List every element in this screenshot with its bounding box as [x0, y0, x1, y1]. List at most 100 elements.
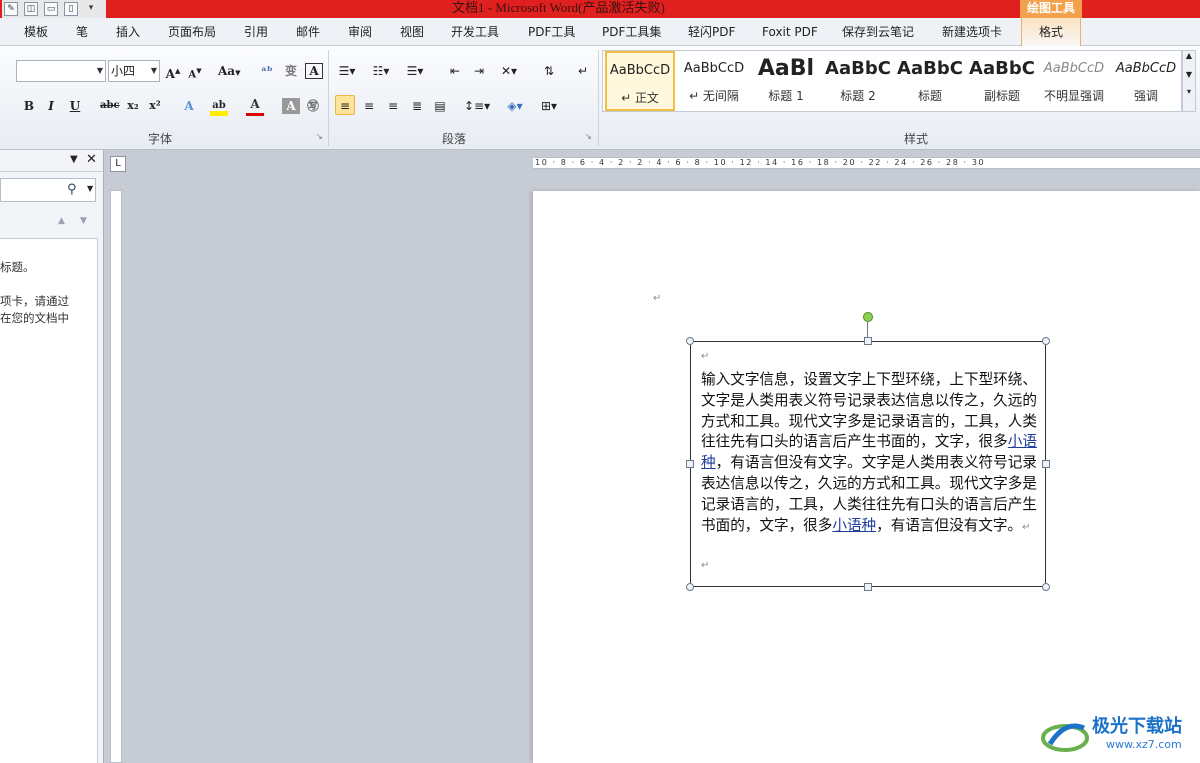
- vertical-ruler[interactable]: [110, 190, 122, 763]
- tab-template[interactable]: 模板: [24, 22, 48, 42]
- align-right-button[interactable]: ≡: [384, 96, 402, 116]
- superscript-button[interactable]: x²: [146, 96, 164, 116]
- styles-scroll[interactable]: ▲ ▼ ▾: [1182, 50, 1196, 112]
- rotate-handle[interactable]: [863, 312, 873, 322]
- shrink-font-button[interactable]: A▼: [186, 61, 204, 81]
- enclose-characters-icon[interactable]: ㊢: [304, 96, 322, 116]
- search-input[interactable]: ⚲ ▼: [0, 178, 96, 202]
- chevron-down-icon: ▼: [150, 66, 157, 75]
- resize-handle-top[interactable]: [864, 337, 872, 345]
- link-minority-language[interactable]: 小语种: [832, 517, 876, 534]
- font-size-combo[interactable]: 小四 ▼: [108, 60, 160, 82]
- grow-font-button[interactable]: A▲: [164, 61, 182, 81]
- text-box-content[interactable]: 输入文字信息，设置文字上下型环绕，上下型环绕、文字是人类用表义符号记录表达信息以…: [701, 370, 1037, 538]
- underline-button[interactable]: U: [66, 96, 84, 116]
- resize-handle-bottom-right[interactable]: [1042, 583, 1050, 591]
- tab-pdf-toolset[interactable]: PDF工具集: [602, 22, 661, 42]
- font-name-combo[interactable]: ▼: [16, 60, 106, 82]
- resize-handle-top-right[interactable]: [1042, 337, 1050, 345]
- tab-review[interactable]: 审阅: [348, 22, 372, 42]
- navpane-header: ▼ ✕: [0, 150, 103, 172]
- phonetic-guide-icon[interactable]: ᵃᵇ: [258, 61, 276, 81]
- tab-format[interactable]: 格式: [1021, 18, 1081, 46]
- line-spacing-icon[interactable]: ↕≡▾: [464, 96, 490, 116]
- chevron-down-icon[interactable]: ▼: [1183, 70, 1195, 79]
- borders-icon[interactable]: ⊞▾: [540, 96, 558, 116]
- italic-button[interactable]: I: [42, 96, 60, 116]
- pane-menu-icon[interactable]: ▼: [70, 154, 78, 165]
- customize-dropdown-icon[interactable]: ▾: [84, 2, 98, 16]
- style-normal[interactable]: AaBbCcD ↵ 正文: [605, 51, 675, 111]
- font-color-icon[interactable]: A: [246, 96, 264, 116]
- numbering-icon[interactable]: ☷▾: [372, 61, 390, 81]
- strikethrough-button[interactable]: abc: [100, 96, 120, 116]
- resize-handle-bottom-left[interactable]: [686, 583, 694, 591]
- resize-handle-top-left[interactable]: [686, 337, 694, 345]
- increase-indent-icon[interactable]: ⇥: [470, 61, 488, 81]
- decrease-indent-icon[interactable]: ⇤: [446, 61, 464, 81]
- distributed-button[interactable]: ▤: [431, 96, 449, 116]
- title-bar: ✎ ◫ ▭ ▯ ▾ 文档1 - Microsoft Word(产品激活失败) 绘…: [0, 0, 1200, 18]
- tab-selector[interactable]: L: [110, 156, 126, 172]
- tab-developer[interactable]: 开发工具: [451, 22, 499, 42]
- chevron-up-icon[interactable]: ▲: [58, 216, 65, 226]
- clear-format-icon[interactable]: 变: [282, 61, 300, 81]
- tab-save-to-cloud-notes[interactable]: 保存到云笔记: [842, 22, 914, 42]
- copy-icon[interactable]: ▭: [44, 2, 58, 16]
- chinese-layout-icon[interactable]: ✕▾: [500, 61, 518, 81]
- tab-pdf-tools[interactable]: PDF工具: [528, 22, 575, 42]
- tab-new-tab[interactable]: 新建选项卡: [942, 22, 1002, 42]
- tab-mailings[interactable]: 邮件: [296, 22, 320, 42]
- watermark-title: 极光下载站: [1092, 716, 1182, 737]
- search-icon[interactable]: ⚲: [67, 182, 77, 197]
- resize-handle-right[interactable]: [1042, 460, 1050, 468]
- font-dialog-launcher-icon[interactable]: ↘: [316, 132, 323, 141]
- style-emphasis[interactable]: AaBbCcD 强调: [1111, 51, 1181, 111]
- chevron-down-icon[interactable]: ▼: [87, 184, 93, 193]
- justify-button[interactable]: ≣: [408, 96, 426, 116]
- multilevel-list-icon[interactable]: ☰▾: [406, 61, 424, 81]
- close-icon[interactable]: ✕: [86, 152, 97, 167]
- text-effect-icon[interactable]: A: [180, 96, 198, 116]
- character-border-icon[interactable]: A: [305, 63, 323, 79]
- highlight-icon[interactable]: ab: [210, 96, 228, 116]
- style-subtle-emphasis[interactable]: AaBbCcD 不明显强调: [1039, 51, 1109, 111]
- style-subtitle[interactable]: AaBbC 副标题: [967, 51, 1037, 111]
- resize-handle-left[interactable]: [686, 460, 694, 468]
- align-left-button[interactable]: ≡: [335, 95, 355, 115]
- tab-foxit-pdf[interactable]: Foxit PDF: [762, 22, 818, 42]
- subscript-button[interactable]: x₂: [124, 96, 142, 116]
- tab-insert[interactable]: 插入: [116, 22, 140, 42]
- horizontal-ruler[interactable]: 10 · 8 · 6 · 4 · 2 · 2 · 4 · 6 · 8 · 10 …: [533, 157, 1200, 169]
- character-shading-icon[interactable]: A: [282, 98, 300, 114]
- navpane-text: 标题。: [0, 260, 35, 274]
- window-title: 文档1 - Microsoft Word(产品激活失败): [452, 0, 665, 15]
- chevron-up-icon[interactable]: ▲: [1183, 51, 1195, 60]
- style-no-spacing[interactable]: AaBbCcD ↵ 无间隔: [679, 51, 749, 111]
- tab-pen[interactable]: 笔: [76, 22, 88, 42]
- styles-group-label: 样式: [904, 132, 929, 146]
- sort-icon[interactable]: ⇅: [540, 61, 558, 81]
- bullets-icon[interactable]: ☰▾: [338, 61, 356, 81]
- align-center-button[interactable]: ≡: [360, 96, 378, 116]
- open-icon[interactable]: ▯: [64, 2, 78, 16]
- tab-page-layout[interactable]: 页面布局: [168, 22, 216, 42]
- save-icon[interactable]: ✎: [4, 2, 18, 16]
- print-preview-icon[interactable]: ◫: [24, 2, 38, 16]
- chevron-down-icon[interactable]: ▼: [80, 216, 87, 226]
- tab-view[interactable]: 视图: [400, 22, 424, 42]
- paragraph-dialog-launcher-icon[interactable]: ↘: [585, 132, 592, 141]
- change-case-button[interactable]: Aa▼: [218, 61, 240, 81]
- tab-references[interactable]: 引用: [244, 22, 268, 42]
- resize-handle-bottom[interactable]: [864, 583, 872, 591]
- tab-qingshan-pdf[interactable]: 轻闪PDF: [688, 22, 735, 42]
- more-styles-icon[interactable]: ▾: [1183, 87, 1195, 96]
- style-heading-2[interactable]: AaBbC 标题 2: [823, 51, 893, 111]
- show-marks-icon[interactable]: ↵: [574, 61, 592, 81]
- bold-button[interactable]: B: [20, 96, 38, 116]
- style-title[interactable]: AaBbC 标题: [895, 51, 965, 111]
- shading-icon[interactable]: ◈▾: [506, 96, 524, 116]
- style-heading-1[interactable]: AaBl 标题 1: [751, 51, 821, 111]
- text-box[interactable]: ↵ 输入文字信息，设置文字上下型环绕，上下型环绕、文字是人类用表义符号记录表达信…: [690, 341, 1046, 587]
- paragraph-mark: ↵: [701, 560, 710, 571]
